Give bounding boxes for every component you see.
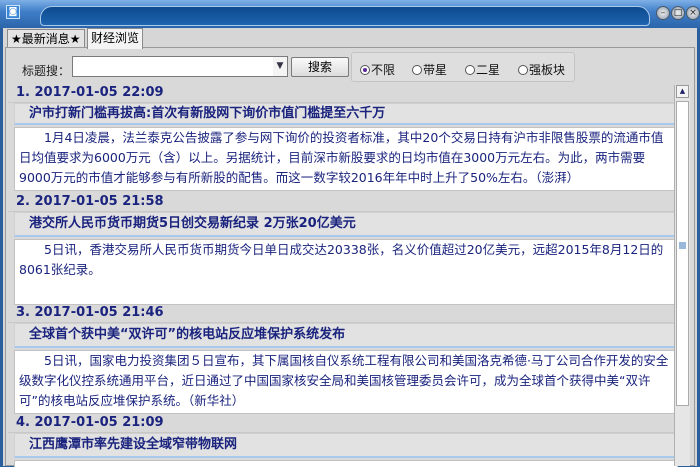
radio-label: 不限 [371,63,396,77]
radio-dot-icon [360,64,370,75]
filter-radio-strong-sector[interactable]: 强板块 [518,61,565,78]
title-bar[interactable]: ◙ – □ × [0,0,700,29]
scroll-thumb[interactable] [676,101,689,406]
news-header: 4. 2017-01-05 21:09 [8,415,678,433]
close-button[interactable]: × [686,6,700,20]
tab-latest-news[interactable]: ★最新消息★ [7,29,85,48]
news-title[interactable]: 沪市打新门槛再拔高:首次有新股网下询价市值门槛提至六千万 [14,103,678,125]
scrollbar[interactable]: ▲ [674,85,690,466]
radio-label: 强板块 [529,63,566,77]
news-item: 4. 2017-01-05 21:09 江西鹰潭市率先建设全域窄带物联网 [8,415,678,467]
news-body: 1月4日凌晨，法兰泰克公告披露了参与网下询价的投资者标准，其中20个交易日持有沪… [14,127,678,191]
radio-dot-icon [518,64,528,75]
scroll-up-icon[interactable]: ▲ [676,85,689,98]
news-item: 3. 2017-01-05 21:46 全球首个获中美“双许可”的核电站反应堆保… [8,305,678,414]
main-window: ★最新消息★ 财经浏览 标题搜： ▼ 搜索 不限 带星 二星 强板块 1. 20… [3,28,697,467]
radio-dot-icon [412,64,422,75]
chevron-down-icon[interactable]: ▼ [273,57,287,76]
filter-group: 不限 带星 二星 强板块 [351,52,575,82]
tab-panel: 标题搜： ▼ 搜索 不限 带星 二星 强板块 1. 2017-01-05 22:… [5,47,695,467]
news-item: 2. 2017-01-05 21:58 港交所人民币货币期货5日创交易新纪录 2… [8,194,678,305]
radio-label: 二星 [476,63,501,77]
radio-label: 带星 [423,63,448,77]
news-body: 5日讯，香港交易所人民币货币期货今日单日成交达20338张，名义价值超过20亿美… [14,239,678,305]
filter-radio-starred[interactable]: 带星 [412,61,447,78]
filter-radio-all[interactable]: 不限 [360,61,395,78]
news-title[interactable]: 港交所人民币货币期货5日创交易新纪录 2万张20亿美元 [14,212,678,237]
title-area [40,6,650,26]
news-title[interactable]: 江西鹰潭市率先建设全域窄带物联网 [14,433,678,458]
news-body: 5日讯，国家电力投资集团５日宣布，其下属国核自仪系统工程有限公司和美国洛克希德·… [14,350,678,414]
news-item: 1. 2017-01-05 22:09 沪市打新门槛再拔高:首次有新股网下询价市… [8,85,678,191]
search-button[interactable]: 搜索 [291,57,349,77]
news-header: 2. 2017-01-05 21:58 [8,194,678,212]
search-label: 标题搜： [22,64,71,78]
news-header: 3. 2017-01-05 21:46 [8,305,678,323]
minimize-button[interactable]: – [656,6,670,20]
news-header: 1. 2017-01-05 22:09 [8,85,678,103]
filter-radio-two-star[interactable]: 二星 [465,61,500,78]
news-list: 1. 2017-01-05 22:09 沪市打新门槛再拔高:首次有新股网下询价市… [8,85,678,467]
news-title[interactable]: 全球首个获中美“双许可”的核电站反应堆保护系统发布 [14,323,678,348]
app-icon[interactable]: ◙ [6,5,20,19]
tab-finance-browse[interactable]: 财经浏览 [87,28,144,49]
radio-dot-icon [465,64,475,75]
maximize-button[interactable]: □ [671,6,685,20]
search-input[interactable]: ▼ [72,56,288,77]
grip-icon [679,242,686,249]
